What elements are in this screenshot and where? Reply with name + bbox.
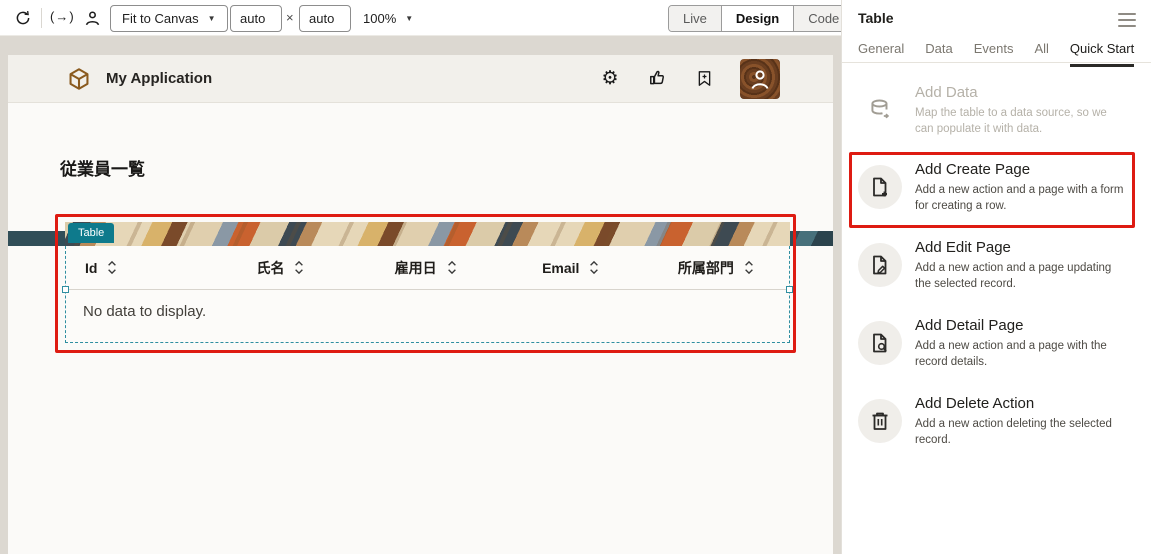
page-detail-icon — [858, 321, 902, 365]
quickstart-text: Add Data Map the table to a data source,… — [915, 84, 1127, 137]
quickstart-add-create-page[interactable]: Add Create Page Add a new action and a p… — [858, 161, 1138, 214]
user-preview-icon[interactable] — [81, 7, 103, 29]
selection-tag[interactable]: Table — [68, 223, 114, 243]
panel-title: Table — [858, 10, 894, 26]
column-header-name[interactable]: 氏名 — [208, 258, 353, 278]
visual-builder-window: (→) Fit to Canvas ▼ × 100% ▼ Live Design… — [0, 0, 1151, 554]
quickstart-title: Add Delete Action — [915, 395, 1127, 412]
sort-icon[interactable] — [588, 260, 600, 275]
tab-quick-start[interactable]: Quick Start — [1070, 41, 1134, 67]
tab-events[interactable]: Events — [974, 41, 1014, 67]
quickstart-text: Add Create Page Add a new action and a p… — [915, 161, 1127, 214]
bookmark-plus-icon[interactable] — [693, 68, 715, 90]
menu-icon[interactable] — [1118, 13, 1136, 27]
table-header-row: Id 氏名 雇用日 Email — [66, 246, 789, 290]
fit-to-canvas-dropdown[interactable]: Fit to Canvas ▼ — [110, 5, 228, 32]
quickstart-title: Add Data — [915, 84, 1127, 101]
app-cube-icon — [66, 66, 92, 92]
page-title: 従業員一覧 — [60, 155, 145, 180]
chevron-down-icon: ▼ — [208, 14, 216, 23]
tabs-separator — [842, 62, 1151, 63]
resize-handle-left[interactable] — [62, 286, 69, 293]
avatar[interactable] — [740, 59, 780, 99]
canvas-backdrop: My Application ⚙ — [0, 36, 841, 554]
thumbs-up-icon[interactable] — [646, 68, 668, 90]
properties-panel: Table General Data Events All Quick Star… — [841, 0, 1151, 554]
trash-icon — [858, 399, 902, 443]
quickstart-description: Add a new action and a page with a form … — [915, 182, 1127, 214]
column-header-email[interactable]: Email — [499, 260, 644, 276]
quickstart-text: Add Delete Action Add a new action delet… — [915, 395, 1127, 448]
canvas-height-input[interactable] — [299, 5, 351, 32]
sort-icon[interactable] — [293, 260, 305, 275]
app-title: My Application — [106, 70, 212, 87]
mode-design-button[interactable]: Design — [722, 6, 794, 31]
canvas-width-input[interactable] — [230, 5, 282, 32]
quickstart-description: Map the table to a data source, so we ca… — [915, 105, 1127, 137]
column-header-department[interactable]: 所属部門 — [644, 258, 789, 278]
page-canvas[interactable]: My Application ⚙ — [8, 55, 833, 554]
expression-mode-icon[interactable]: (→) — [50, 9, 75, 24]
column-label: 雇用日 — [395, 258, 437, 278]
toolbar-divider — [41, 8, 42, 28]
quickstart-add-delete-action[interactable]: Add Delete Action Add a new action delet… — [858, 395, 1138, 448]
tab-data[interactable]: Data — [925, 41, 952, 67]
refresh-icon[interactable] — [12, 7, 34, 29]
fit-to-canvas-label: Fit to Canvas — [122, 11, 199, 26]
column-label: Email — [542, 260, 579, 276]
table-component[interactable]: Id 氏名 雇用日 Email — [65, 246, 790, 343]
sort-icon[interactable] — [743, 260, 755, 275]
column-label: 氏名 — [256, 258, 284, 278]
column-label: 所属部門 — [678, 258, 734, 278]
page-edit-icon — [858, 243, 902, 287]
tab-general[interactable]: General — [858, 41, 904, 67]
quickstart-text: Add Detail Page Add a new action and a p… — [915, 317, 1127, 370]
table-empty-message: No data to display. — [66, 290, 789, 333]
quickstart-text: Add Edit Page Add a new action and a pag… — [915, 239, 1127, 292]
database-icon — [858, 88, 902, 132]
mode-live-button[interactable]: Live — [669, 6, 722, 31]
quickstart-add-detail-page[interactable]: Add Detail Page Add a new action and a p… — [858, 317, 1138, 370]
quickstart-title: Add Create Page — [915, 161, 1127, 178]
quickstart-add-edit-page[interactable]: Add Edit Page Add a new action and a pag… — [858, 239, 1138, 292]
gear-icon[interactable]: ⚙ — [599, 68, 621, 90]
quickstart-title: Add Edit Page — [915, 239, 1127, 256]
chevron-down-icon: ▼ — [405, 14, 413, 23]
decorative-pattern-strip — [65, 222, 790, 246]
column-header-hiredate[interactable]: 雇用日 — [354, 258, 499, 278]
column-header-id[interactable]: Id — [66, 260, 208, 276]
sort-icon[interactable] — [446, 260, 458, 275]
column-label: Id — [85, 260, 97, 276]
tab-all[interactable]: All — [1034, 41, 1048, 67]
app-header: My Application ⚙ — [8, 55, 833, 103]
mode-switcher: Live Design Code — [668, 5, 854, 32]
quickstart-add-data: Add Data Map the table to a data source,… — [858, 84, 1138, 137]
panel-tabs: General Data Events All Quick Start — [858, 41, 1134, 67]
quickstart-description: Add a new action deleting the selected r… — [915, 416, 1127, 448]
zoom-dropdown[interactable]: 100% ▼ — [363, 5, 413, 32]
quickstart-description: Add a new action and a page updating the… — [915, 260, 1127, 292]
zoom-value: 100% — [363, 11, 396, 26]
dimensions-times-label: × — [286, 10, 294, 25]
sort-icon[interactable] — [106, 260, 118, 275]
quickstart-description: Add a new action and a page with the rec… — [915, 338, 1127, 370]
app-header-actions: ⚙ — [599, 59, 780, 99]
designer-toolbar: (→) Fit to Canvas ▼ × 100% ▼ Live Design… — [0, 0, 841, 36]
page-add-icon — [858, 165, 902, 209]
resize-handle-right[interactable] — [786, 286, 793, 293]
quickstart-title: Add Detail Page — [915, 317, 1127, 334]
